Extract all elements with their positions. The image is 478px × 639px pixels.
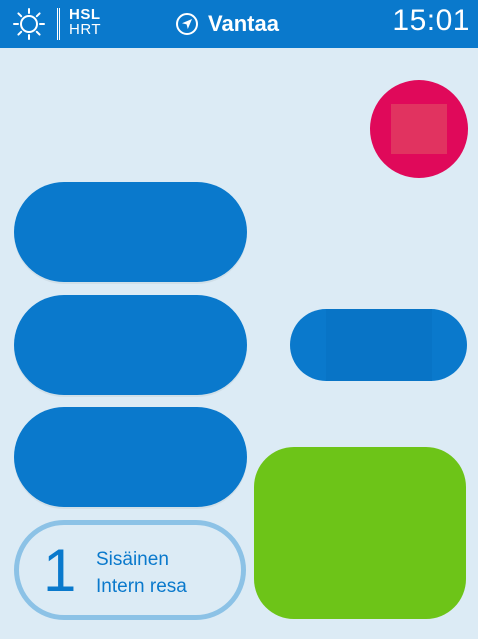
clock: 15:01 (392, 4, 470, 37)
hsl-logo-text: HSL HRT (69, 7, 101, 37)
location-arrow-icon (176, 13, 198, 35)
ticket-type-button[interactable]: 1 Sisäinen Intern resa (14, 520, 246, 620)
top-bar: HSL HRT Vantaa 15:01 (0, 0, 478, 48)
hsl-sun-icon (13, 8, 45, 40)
small-option-inner (326, 309, 432, 381)
logo-line-1: HSL (69, 6, 101, 23)
location-name: Vantaa (208, 11, 279, 36)
location-selector[interactable]: Vantaa (176, 10, 279, 38)
option-button-3[interactable] (14, 407, 247, 507)
stop-square-icon (391, 104, 447, 154)
logo-divider (57, 8, 60, 40)
logo-line-2: HRT (69, 21, 102, 38)
option-button-2[interactable] (14, 295, 247, 395)
small-option-button[interactable] (290, 309, 467, 381)
screen: HSL HRT Vantaa 15:01 1 Sisäinen Intern r… (0, 0, 478, 639)
confirm-button[interactable] (254, 447, 466, 619)
ticket-name-fi: Sisäinen (96, 549, 169, 570)
ticket-name-sv: Intern resa (96, 576, 187, 597)
ticket-zone-number: 1 (43, 537, 77, 604)
stop-button[interactable] (370, 80, 468, 178)
option-button-1[interactable] (14, 182, 247, 282)
